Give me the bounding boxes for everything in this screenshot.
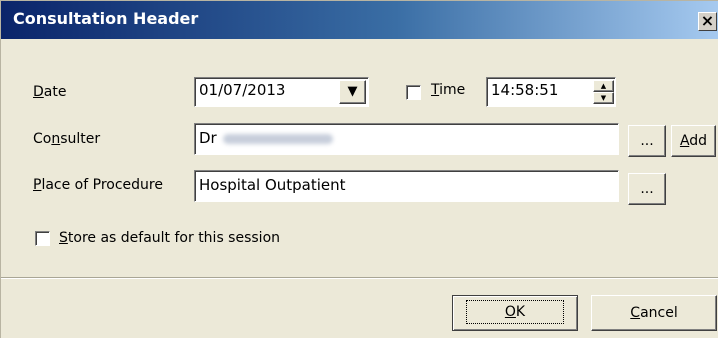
spin-up-icon: ▲: [600, 82, 607, 90]
consulter-browse-button[interactable]: ...: [628, 125, 666, 157]
time-spin-up[interactable]: ▲: [593, 80, 614, 92]
consultation-header-dialog: Consultation Header × Date 01/07/2013 ▼ …: [0, 0, 718, 338]
date-dropdown-button[interactable]: ▼: [339, 80, 366, 104]
date-value: 01/07/2013: [199, 81, 286, 99]
add-consulter-button[interactable]: Add: [671, 125, 716, 157]
cancel-button[interactable]: Cancel: [591, 295, 717, 331]
chevron-down-icon: ▼: [347, 84, 358, 99]
title-bar: Consultation Header ×: [1, 1, 718, 39]
place-browse-button[interactable]: ...: [628, 173, 666, 205]
time-spin-down[interactable]: ▼: [593, 92, 614, 104]
time-value: 14:58:51: [491, 81, 559, 99]
spin-down-icon: ▼: [600, 94, 607, 102]
window-title: Consultation Header: [13, 9, 199, 28]
consulter-label: Consulter: [33, 131, 101, 147]
time-checkbox[interactable]: [406, 85, 421, 100]
ok-focus-ring: OK: [465, 300, 565, 324]
place-value: Hospital Outpatient: [199, 176, 346, 194]
separator: [1, 277, 718, 279]
ok-button[interactable]: OK: [452, 295, 578, 331]
store-default-checkbox[interactable]: [35, 231, 50, 246]
date-label: Date: [33, 84, 67, 100]
redacted-name: [222, 133, 333, 144]
place-label: Place of Procedure: [33, 177, 163, 193]
time-label: Time: [431, 82, 466, 98]
store-default-label: Store as default for this session: [59, 230, 281, 246]
consulter-value: Dr: [199, 129, 217, 147]
consulter-input[interactable]: Dr: [194, 123, 619, 155]
close-icon[interactable]: ×: [698, 12, 717, 31]
place-input[interactable]: Hospital Outpatient: [194, 170, 619, 202]
